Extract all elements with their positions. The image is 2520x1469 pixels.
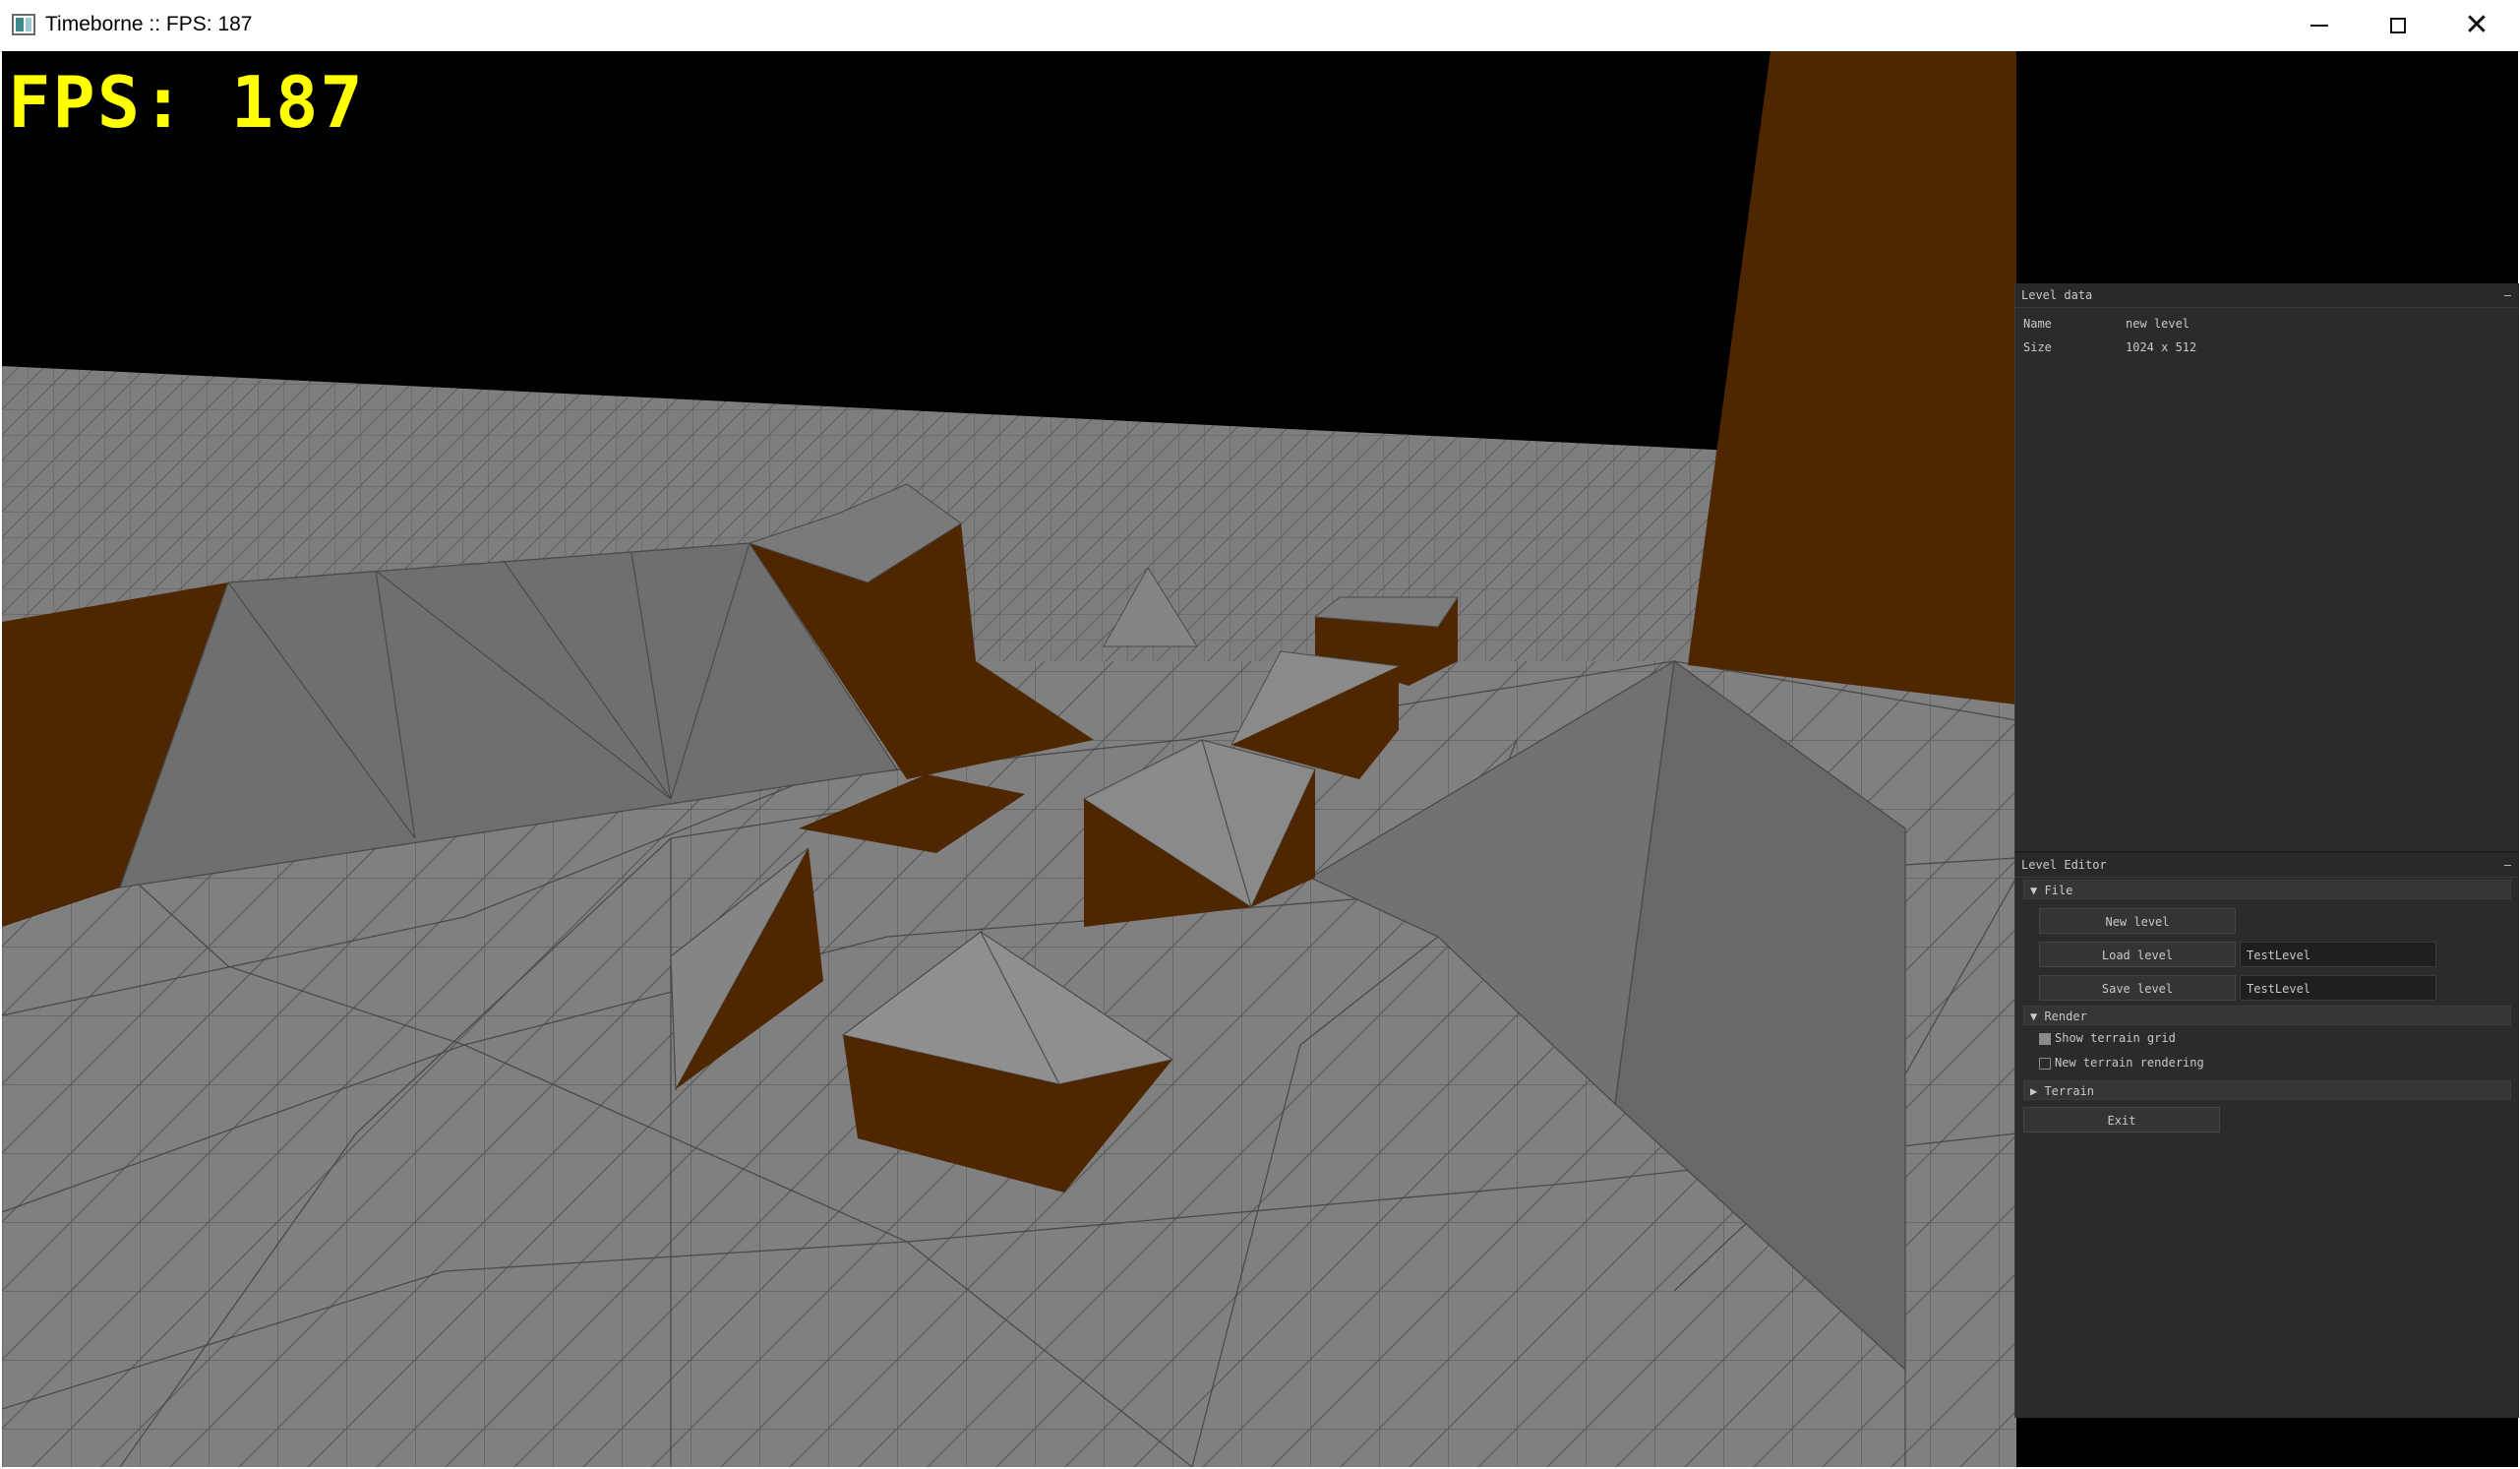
save-level-input[interactable]: TestLevel <box>2240 975 2436 1001</box>
minimize-icon <box>2310 25 2328 27</box>
level-data-title-bar[interactable]: Level data – <box>2015 283 2519 308</box>
window-title: Timeborne :: FPS: 187 <box>45 13 253 35</box>
exit-button[interactable]: Exit <box>2023 1107 2220 1132</box>
load-level-input[interactable]: TestLevel <box>2240 942 2436 967</box>
level-size-key: Size <box>2023 340 2052 354</box>
new-terrain-rendering-checkbox[interactable] <box>2039 1058 2051 1070</box>
new-level-button[interactable]: New level <box>2039 908 2236 934</box>
close-icon: ✕ <box>2464 8 2490 42</box>
level-editor-title-bar[interactable]: Level Editor – <box>2015 853 2519 878</box>
level-data-title: Level data <box>2021 288 2093 302</box>
level-editor-title: Level Editor <box>2021 858 2107 872</box>
title-bar[interactable]: Timeborne :: FPS: 187 ✕ <box>0 0 2520 52</box>
file-section-header[interactable]: ▼ File <box>2023 880 2511 899</box>
maximize-button[interactable] <box>2359 0 2437 51</box>
level-data-collapse-button[interactable]: – <box>2504 283 2511 307</box>
level-editor-collapse-button[interactable]: – <box>2504 853 2511 877</box>
level-editor-panel: Level Editor – ▼ File New level Load lev… <box>2014 851 2519 1418</box>
render-section-header[interactable]: ▼ Render <box>2023 1006 2511 1025</box>
level-size-value: 1024 x 512 <box>2126 340 2197 354</box>
fps-counter: FPS: 187 <box>8 61 365 144</box>
load-level-button[interactable]: Load level <box>2039 942 2236 967</box>
close-button[interactable]: ✕ <box>2437 0 2516 51</box>
maximize-icon <box>2390 18 2406 33</box>
level-name-row: Name new level <box>2023 317 2190 331</box>
show-terrain-grid-label: Show terrain grid <box>2055 1031 2176 1045</box>
level-name-value: new level <box>2126 317 2190 331</box>
new-terrain-rendering-label: New terrain rendering <box>2055 1056 2204 1070</box>
save-level-button[interactable]: Save level <box>2039 975 2236 1001</box>
app-icon <box>12 14 35 35</box>
level-data-panel: Level data – Name new level Size 1024 x 51… <box>2014 283 2519 851</box>
level-name-key: Name <box>2023 317 2052 331</box>
minimize-button[interactable] <box>2280 0 2359 51</box>
show-terrain-grid-checkbox[interactable] <box>2039 1033 2051 1045</box>
level-size-row: Size 1024 x 512 <box>2023 340 2196 354</box>
terrain-section-header[interactable]: ▶ Terrain <box>2023 1080 2511 1100</box>
